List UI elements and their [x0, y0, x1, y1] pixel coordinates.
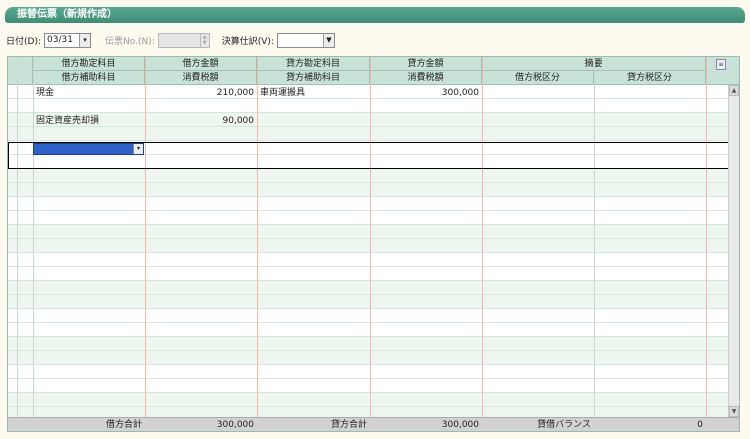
date-value: 03/31: [47, 35, 73, 45]
col-debit-tax-class: 借方税区分: [482, 71, 594, 85]
row-divider: [8, 378, 739, 379]
debit-total-label: 借方合計: [105, 420, 142, 430]
row2-debit-amount[interactable]: 90,000: [145, 114, 257, 128]
row1-credit-account[interactable]: 車両運搬具: [257, 86, 308, 100]
col-credit-tax-class: 貸方税区分: [594, 71, 706, 85]
slip-no-field: ▲ ▼: [157, 32, 210, 48]
grid-header: 借方勘定科目 借方金額 貸方勘定科目 貸方金額 摘要 ≡ 借方補助科目 消費税額…: [8, 57, 739, 85]
col-credit-amount: 貸方金額: [370, 57, 482, 71]
debit-account-combo[interactable]: ▾: [33, 143, 144, 155]
row-divider: [8, 210, 739, 211]
row-divider: [8, 126, 739, 127]
col-credit-account: 貸方勘定科目: [257, 57, 370, 71]
col-debit-sub: 借方補助科目: [33, 71, 145, 85]
totals-bar: 借方合計 300,000 貸方合計 300,000 貸借バランス 0: [8, 417, 739, 431]
credit-total: 300,000: [441, 420, 479, 430]
col-credit-tax: 消費税額: [370, 71, 482, 85]
col-credit-sub: 貸方補助科目: [257, 71, 370, 85]
row1-credit-amount[interactable]: 300,000: [370, 86, 482, 100]
row-divider: [8, 350, 739, 351]
chevron-down-icon[interactable]: ▾: [79, 33, 90, 47]
row-divider: [8, 322, 739, 323]
vertical-scrollbar[interactable]: ▲ ▼: [728, 85, 739, 417]
row-band: [8, 225, 739, 253]
row-band: [8, 169, 739, 197]
row-band: [8, 337, 739, 365]
row2-debit-account[interactable]: 固定資産売却損: [33, 114, 102, 128]
row-divider: [8, 238, 739, 239]
date-field[interactable]: 03/31 ▾: [44, 32, 91, 48]
row-divider: [8, 308, 739, 309]
col-debit-account: 借方勘定科目: [33, 57, 145, 71]
row-divider: [8, 406, 739, 407]
balance-label: 貸借バランス: [537, 420, 591, 430]
col-debit-amount: 借方金額: [145, 57, 257, 71]
slip-no-label: 伝票No.(N):: [105, 36, 155, 47]
scroll-down-icon[interactable]: ▼: [729, 406, 739, 417]
toolbar: 日付(D): 03/31 ▾ 伝票No.(N): ▲ ▼ 決算仕訳(V): ▼: [6, 31, 335, 49]
memo-header: ≡: [706, 57, 739, 85]
chevron-down-icon[interactable]: ▼: [322, 33, 334, 47]
row-band: [8, 113, 739, 141]
window-title: 振替伝票（新規作成）: [5, 7, 745, 23]
memo-icon[interactable]: ≡: [716, 59, 726, 70]
spinner-icon: ▲ ▼: [199, 33, 209, 47]
row-band: [8, 281, 739, 309]
balance-value: 0: [697, 420, 703, 430]
row-divider: [8, 364, 739, 365]
debit-total: 300,000: [216, 420, 254, 430]
row-header-corner: [8, 57, 33, 85]
row-divider: [8, 266, 739, 267]
row-divider: [8, 252, 739, 253]
row-divider: [8, 196, 739, 197]
settlement-label: 決算仕訳(V):: [221, 36, 274, 47]
col-debit-tax: 消費税額: [145, 71, 257, 85]
chevron-down-icon[interactable]: ▾: [133, 144, 143, 154]
grid-rows: [8, 85, 739, 421]
row1-debit-account[interactable]: 現金: [33, 86, 57, 100]
row-divider: [8, 294, 739, 295]
row-divider: [8, 140, 739, 141]
credit-total-label: 貸方合計: [330, 420, 367, 430]
journal-grid: 借方勘定科目 借方金額 貸方勘定科目 貸方金額 摘要 ≡ 借方補助科目 消費税額…: [7, 56, 740, 432]
date-label: 日付(D):: [6, 36, 41, 47]
row-divider: [8, 182, 739, 183]
scroll-up-icon[interactable]: ▲: [729, 85, 739, 96]
row1-debit-amount[interactable]: 210,000: [145, 86, 257, 100]
settlement-select[interactable]: ▼: [276, 32, 335, 48]
